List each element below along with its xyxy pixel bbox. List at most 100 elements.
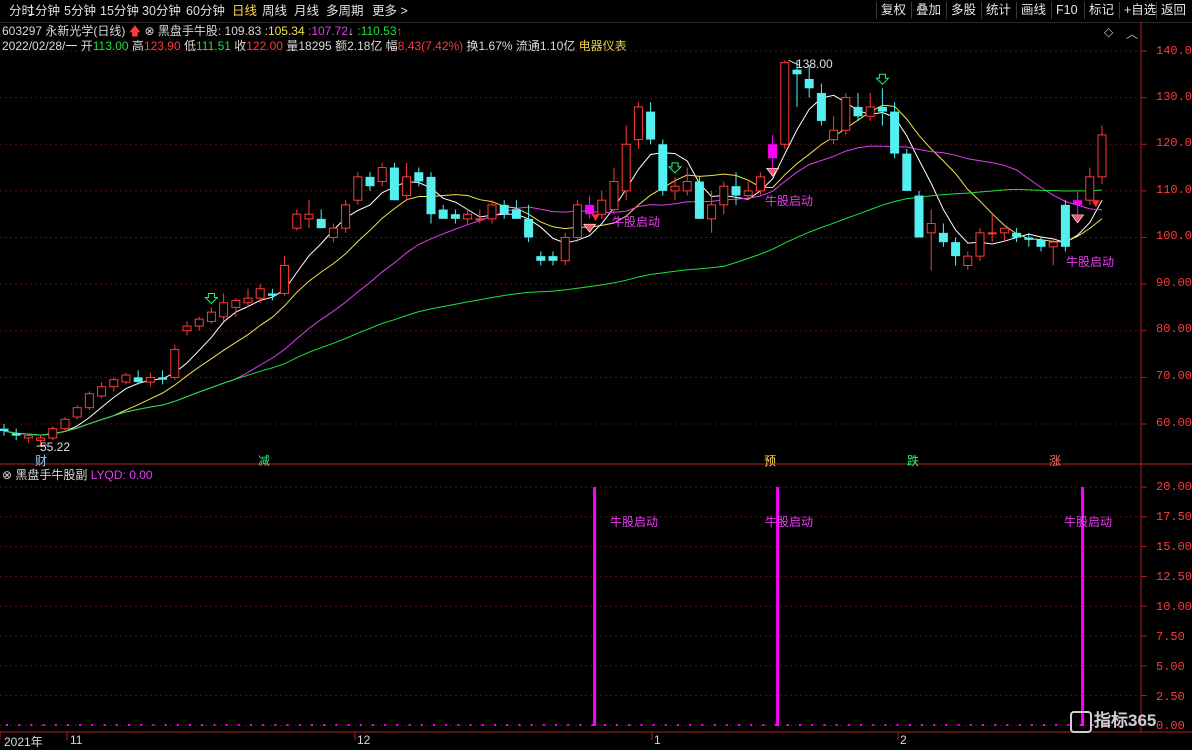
baseline-dot [433,724,435,726]
event-marker-rise[interactable]: 涨 [1049,452,1061,469]
sub-signal-label: 牛股启动 [610,515,659,529]
candle-body [731,186,741,196]
baseline-dot [457,724,460,726]
baseline-dot [152,724,155,726]
baseline-dot [286,724,289,726]
button-multi-stock[interactable]: 多股 [946,2,980,19]
candle-body [109,379,119,388]
candle-body [499,204,509,215]
baseline-dot [54,724,57,726]
button-mark[interactable]: 标记 [1084,2,1118,19]
tab-weekly[interactable]: 周线 [262,3,287,19]
candle-body [1097,134,1107,178]
sub-tick: 20.00 [1156,480,1192,494]
price-tick: 110.00 [1156,183,1192,197]
candle-body [816,92,826,121]
baseline-dot [701,724,704,726]
down-arrow-icon [875,73,890,86]
baseline-dot [274,724,277,726]
candle-body [133,377,143,383]
candle-body [560,237,570,262]
candle-body [926,223,936,234]
baseline-dot [201,724,204,726]
candle-body [170,348,180,378]
baseline-dot [30,724,33,726]
candle-body [609,181,619,211]
tab-5min[interactable]: 5分钟 [64,3,96,19]
period-toolbar: 分时 1分钟 5分钟 15分钟 30分钟 60分钟 日线 周线 月线 多周期 更… [0,0,1192,23]
baseline-dot [762,724,765,726]
candle-body [219,302,229,318]
baseline-dot [957,724,960,726]
watermark-logo: 指标365 [1070,708,1156,734]
sub-signal-label: 牛股启动 [765,515,814,529]
baseline-dot [408,724,411,726]
tab-60min[interactable]: 60分钟 [186,3,225,19]
candle-body [463,213,473,220]
baseline-dot [372,724,374,726]
candle-body [353,176,363,201]
button-adjust[interactable]: 复权 [876,2,910,19]
button-back[interactable]: 返回 [1156,2,1190,19]
button-add-watchlist[interactable]: +自选 [1119,2,1160,19]
indicator-toggle-icon[interactable]: ⊗ [2,468,12,482]
event-marker-reduce[interactable]: 减 [258,452,270,469]
candle-body [780,62,790,145]
event-marker-forecast[interactable]: 预 [764,452,776,469]
candle-body [536,256,546,261]
baseline-dot [1006,724,1009,726]
baseline-dot [1043,724,1045,726]
candle-body [426,176,436,215]
baseline-dot [506,724,509,726]
candle-body [963,255,973,266]
price-tick: 80.00 [1156,322,1192,336]
candle-body [158,377,168,380]
event-marker-fall[interactable]: 跌 [907,452,919,469]
baseline-dot [640,724,643,726]
candle-body [475,218,485,221]
tab-monthly[interactable]: 月线 [294,3,319,19]
baseline-dot [469,724,472,726]
down-arrow-icon [204,292,219,305]
baseline-dot [994,724,997,726]
button-statistics[interactable]: 统计 [981,2,1015,19]
tab-1min[interactable]: 1分钟 [28,3,60,19]
button-f10[interactable]: F10 [1051,2,1082,19]
baseline-dot [323,724,326,726]
baseline-dot [494,724,496,726]
candle-body [1060,204,1070,247]
tab-daily[interactable]: 日线 [232,3,257,19]
tab-more[interactable]: 更多 > [372,3,408,19]
ma10-line [3,104,1103,436]
baseline-dot [835,724,838,726]
baseline-dot [298,724,301,726]
tab-15min[interactable]: 15分钟 [100,3,139,19]
sub-tick: 0.00 [1156,719,1185,733]
sub-tick: 15.00 [1156,540,1192,554]
candle-body [1073,200,1083,205]
candle-body [1036,239,1046,247]
baseline-dot [42,724,45,726]
baseline-dot [884,724,887,726]
candle-body [829,129,839,141]
candle-body [316,218,326,229]
baseline-dot [542,724,545,726]
candle-body [450,214,460,219]
button-overlay[interactable]: 叠加 [911,2,945,19]
baseline-dot [823,724,826,726]
sub-tick: 12.50 [1156,570,1192,584]
signal-gem-icon [765,167,780,177]
price-tick: 100.00 [1156,229,1192,243]
kline-chart[interactable] [0,22,1192,749]
candle-body [682,181,692,192]
price-tick: 90.00 [1156,276,1192,290]
baseline-dot [128,724,130,726]
button-draw-line[interactable]: 画线 [1016,2,1050,19]
tab-30min[interactable]: 30分钟 [142,3,181,19]
tab-multi-period[interactable]: 多周期 [326,3,364,19]
sub-tick: 17.50 [1156,510,1192,524]
candle-body [670,185,680,192]
baseline-dot [652,724,655,726]
signal-label: 牛股启动 [765,194,814,208]
baseline-dot [18,724,21,726]
